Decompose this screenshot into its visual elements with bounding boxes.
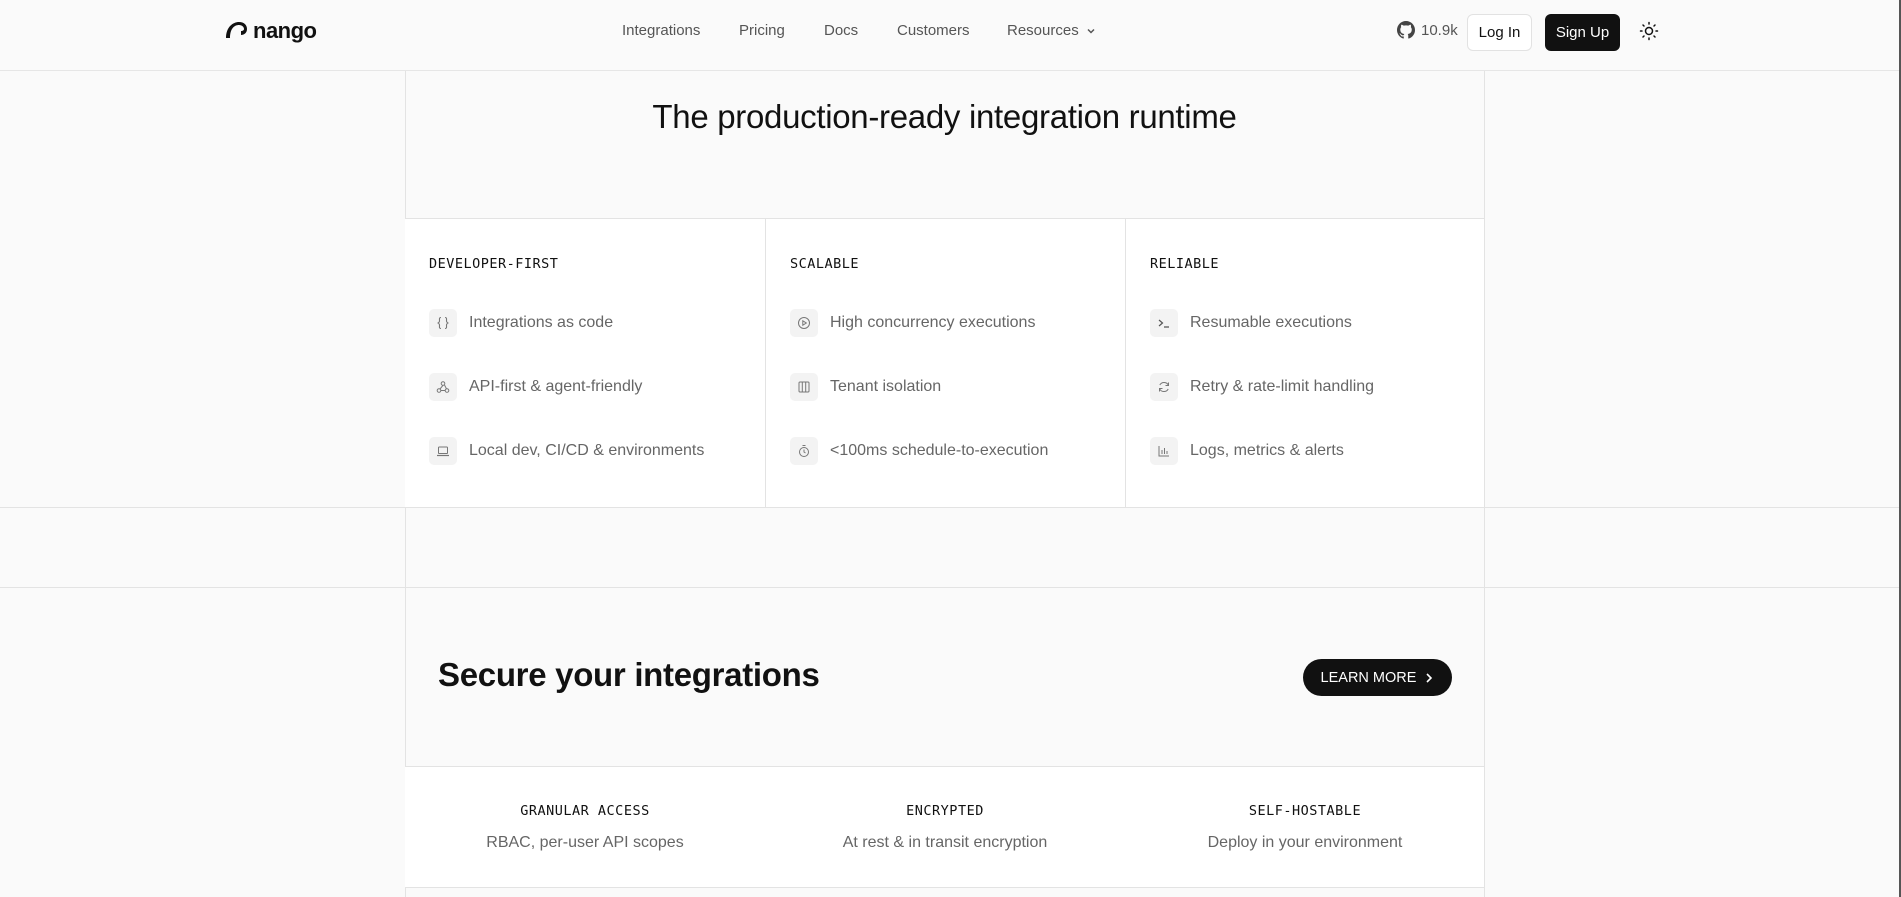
- chevron-down-icon: [1087, 28, 1095, 34]
- security-title: Secure your integrations: [438, 656, 820, 693]
- login-button[interactable]: Log In: [1467, 14, 1532, 51]
- github-star-count: 10.9k: [1421, 21, 1458, 39]
- github-stars-link[interactable]: 10.9k: [1397, 21, 1458, 39]
- nav-resources-label: Resources: [1007, 22, 1079, 39]
- nango-logo-icon: [226, 22, 247, 38]
- feature-label: Logs, metrics & alerts: [1190, 442, 1344, 459]
- feature-item: Local dev, CI/CD & environments: [429, 437, 704, 465]
- security-section: Secure your integrations LEARN MORE: [405, 588, 1484, 766]
- feature-label: <100ms schedule-to-execution: [830, 442, 1049, 459]
- nav-docs[interactable]: Docs: [824, 22, 858, 39]
- feature-item: Tenant isolation: [790, 373, 941, 401]
- laptop-icon: [429, 437, 457, 465]
- feature-item: Resumable executions: [1150, 309, 1352, 337]
- theme-toggle-sun-icon[interactable]: [1639, 21, 1659, 41]
- card-text: Deploy in your environment: [1207, 834, 1403, 851]
- signup-button[interactable]: Sign Up: [1545, 14, 1620, 51]
- feature-item: Integrations as code: [429, 309, 613, 337]
- timer-icon: [790, 437, 818, 465]
- feature-column-scalable: SCALABLE High concurrency executions Ten…: [765, 219, 1125, 508]
- column-heading: SCALABLE: [790, 256, 860, 272]
- nav-resources[interactable]: Resources: [1007, 22, 1097, 39]
- nav-integrations[interactable]: Integrations: [622, 22, 700, 39]
- learn-more-label: LEARN MORE: [1320, 669, 1417, 686]
- feature-label: Resumable executions: [1190, 314, 1352, 331]
- runtime-title: The production-ready integration runtime: [652, 98, 1237, 135]
- feature-column-reliable: RELIABLE Resumable executions Retry & ra…: [1125, 219, 1485, 508]
- card-text: At rest & in transit encryption: [842, 834, 1048, 851]
- column-heading: RELIABLE: [1150, 256, 1220, 272]
- column-heading: DEVELOPER-FIRST: [429, 256, 559, 272]
- feature-label: Tenant isolation: [830, 378, 942, 395]
- github-icon: [1397, 21, 1415, 39]
- card-heading: GRANULAR ACCESS: [520, 803, 650, 819]
- card-text: RBAC, per-user API scopes: [486, 834, 684, 851]
- runtime-features-grid: DEVELOPER-FIRST Integrations as code API…: [405, 218, 1485, 508]
- site-header: nango Integrations Pricing Docs Customer…: [0, 0, 1901, 71]
- nav-customers[interactable]: Customers: [897, 22, 970, 39]
- feature-column-developer-first: DEVELOPER-FIRST Integrations as code API…: [405, 219, 765, 508]
- columns-icon: [790, 373, 818, 401]
- feature-label: High concurrency executions: [830, 314, 1036, 331]
- brand-name: nango: [253, 18, 317, 43]
- chevron-right-icon: [1426, 672, 1433, 683]
- feature-item: Retry & rate-limit handling: [1150, 373, 1374, 401]
- learn-more-button[interactable]: LEARN MORE: [1303, 659, 1452, 696]
- play-circle-icon: [790, 309, 818, 337]
- terminal-icon: [1150, 309, 1178, 337]
- card-heading: ENCRYPTED: [906, 803, 984, 819]
- feature-item: <100ms schedule-to-execution: [790, 437, 1048, 465]
- refresh-icon: [1150, 373, 1178, 401]
- feature-label: Integrations as code: [469, 314, 614, 331]
- feature-item: Logs, metrics & alerts: [1150, 437, 1344, 465]
- braces-icon: [429, 309, 457, 337]
- bar-chart-icon: [1150, 437, 1178, 465]
- feature-label: API-first & agent-friendly: [469, 378, 643, 395]
- feature-label: Local dev, CI/CD & environments: [469, 442, 705, 459]
- feature-label: Retry & rate-limit handling: [1190, 378, 1375, 395]
- webhook-icon: [429, 373, 457, 401]
- card-heading: SELF-HOSTABLE: [1248, 803, 1362, 819]
- feature-item: API-first & agent-friendly: [429, 373, 642, 401]
- nav-pricing[interactable]: Pricing: [739, 22, 785, 39]
- brand-logo[interactable]: nango: [223, 18, 317, 44]
- security-features: GRANULAR ACCESS RBAC, per-user API scope…: [405, 766, 1484, 888]
- feature-item: High concurrency executions: [790, 309, 1035, 337]
